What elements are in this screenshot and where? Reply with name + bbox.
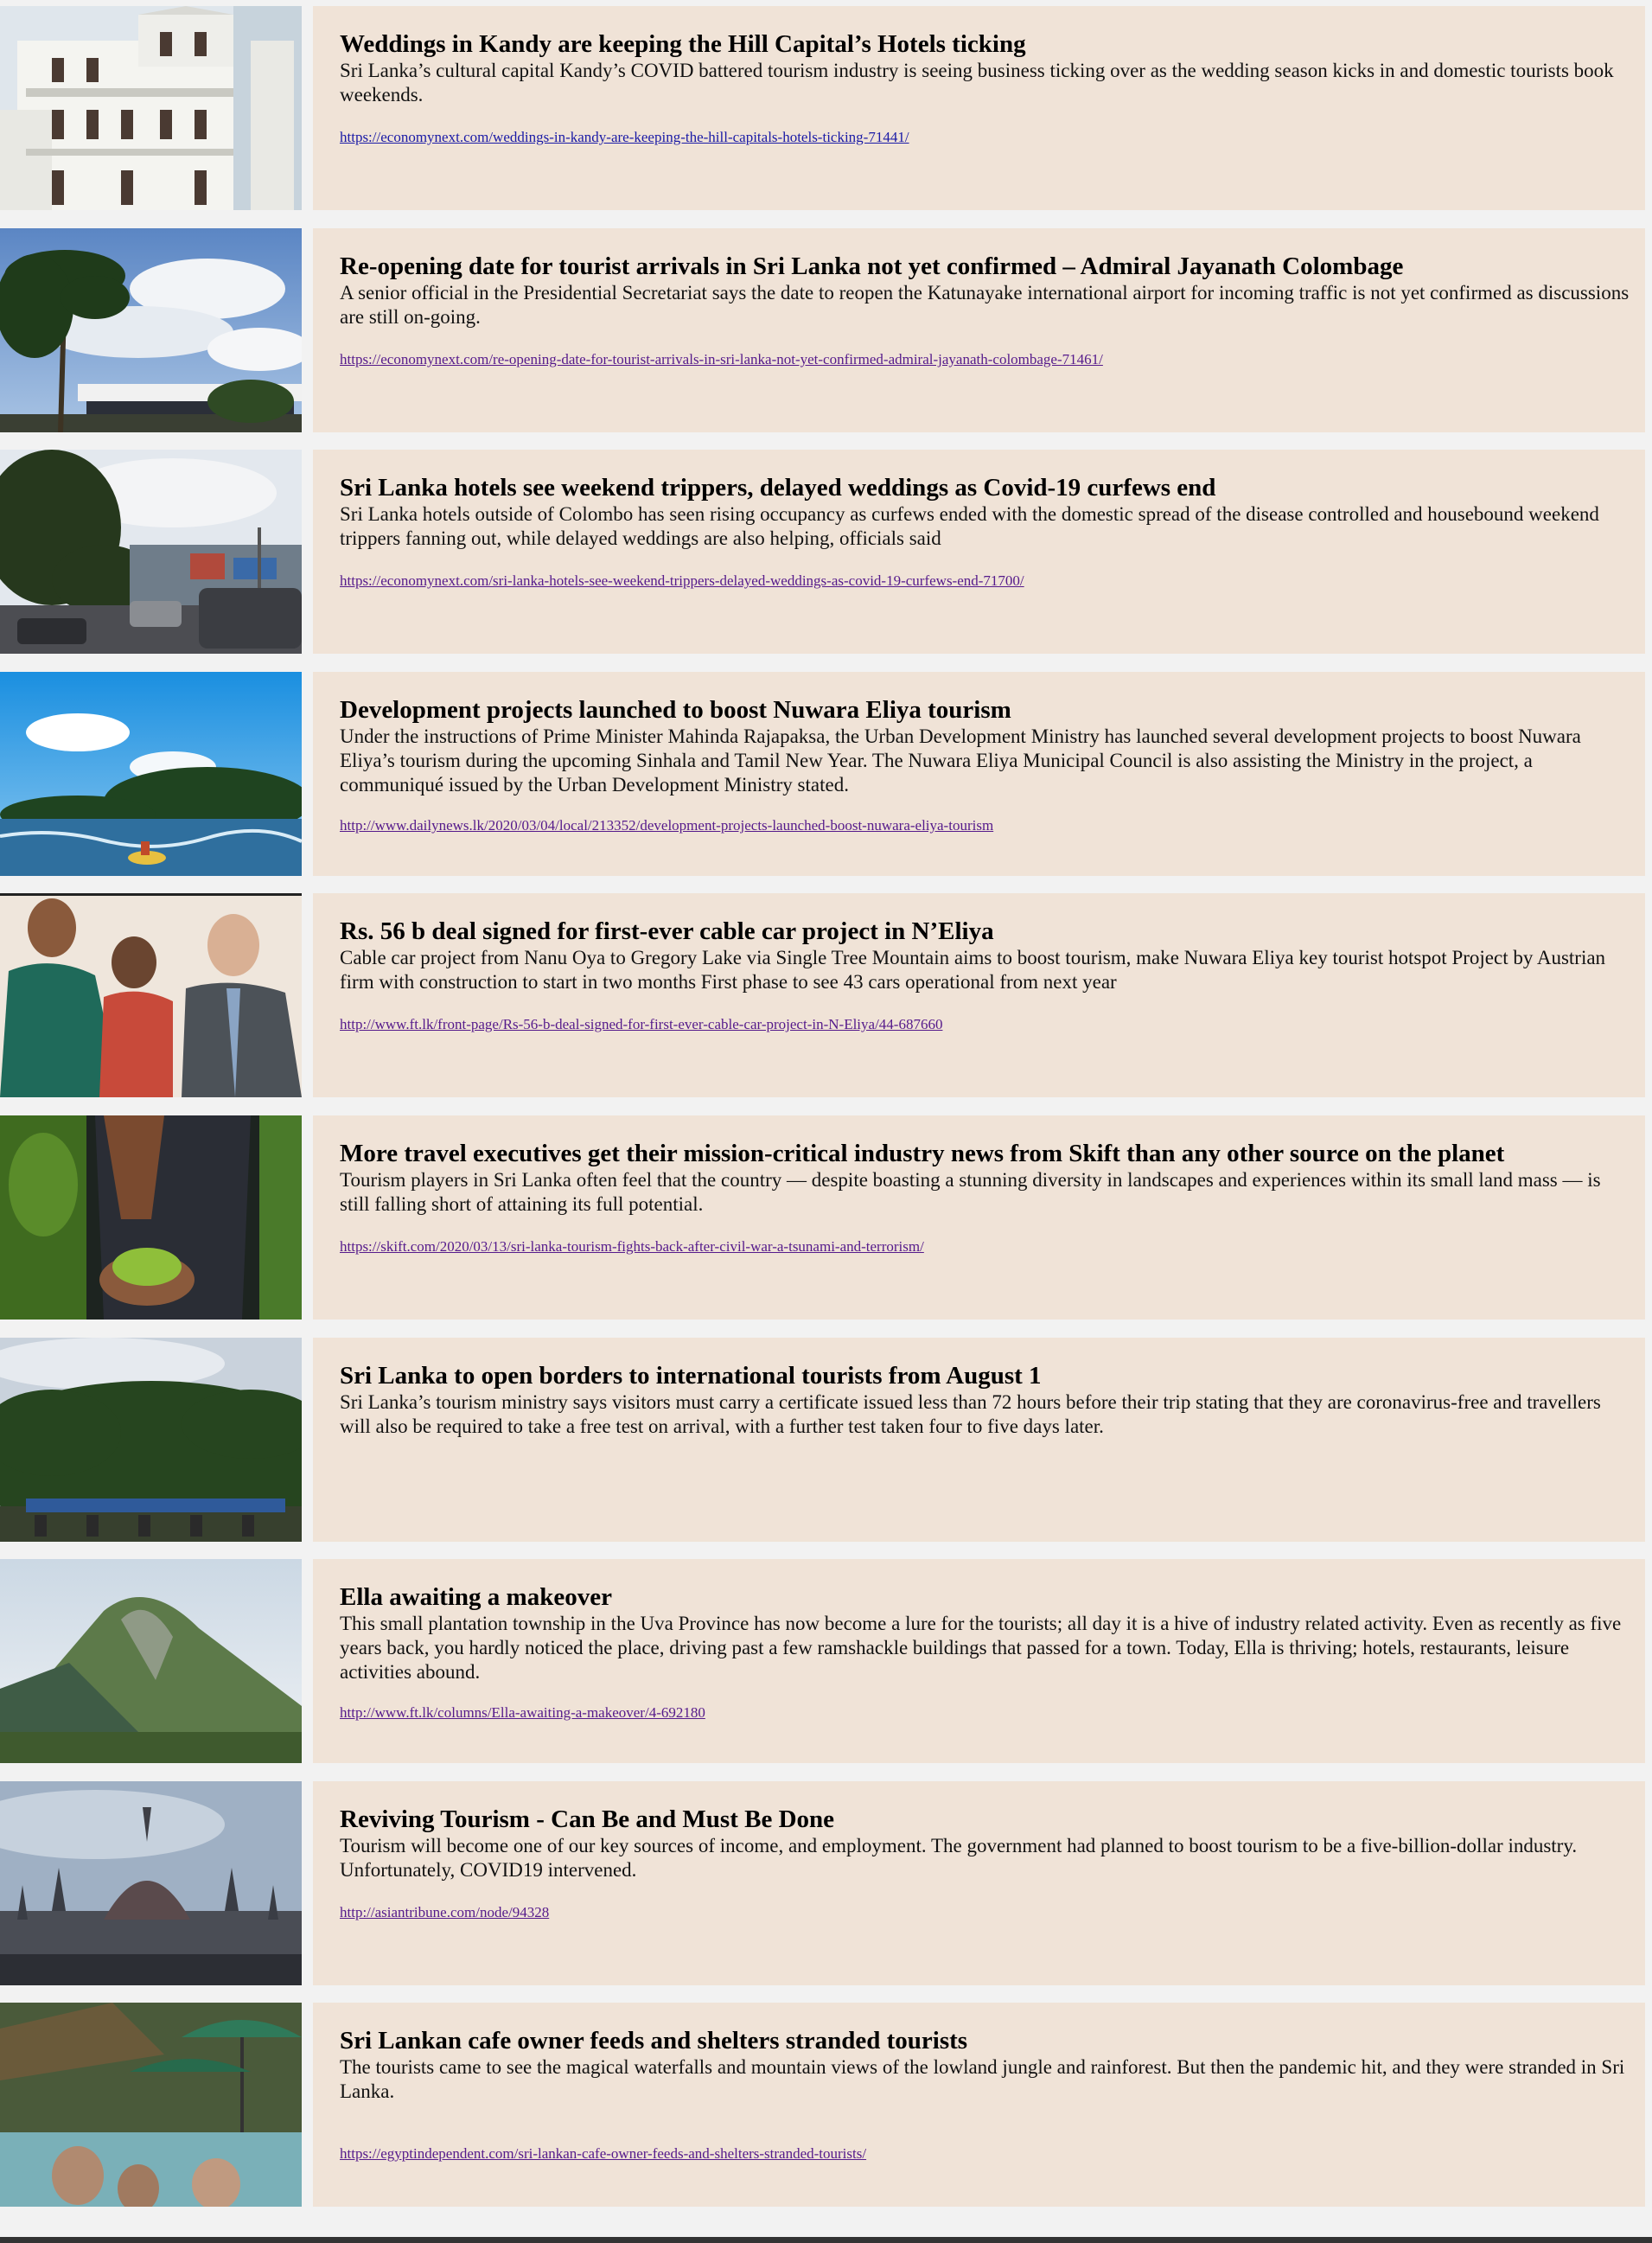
town-street-with-traffic-image [0, 450, 302, 654]
article-summary: Sri Lanka’s cultural capital Kandy’s COV… [340, 60, 1614, 105]
bottom-edge-bar [0, 2237, 1652, 2243]
article-summary: Cable car project from Nanu Oya to Grego… [340, 947, 1606, 993]
article-thumbnail[interactable] [0, 893, 302, 1097]
lake-with-jet-ski-image [0, 672, 302, 876]
ella-rock-mountain-image [0, 1559, 302, 1763]
article-row: Sri Lanka to open borders to internation… [0, 1338, 1645, 1542]
article-card: Sri Lankan cafe owner feeds and shelters… [313, 2003, 1645, 2207]
article-title: Sri Lankan cafe owner feeds and shelters… [340, 2027, 968, 2054]
article-link[interactable]: https://economynext.com/sri-lanka-hotels… [340, 572, 1024, 590]
article-link[interactable]: http://www.ft.lk/front-page/Rs-56-b-deal… [340, 1016, 942, 1033]
article-thumbnail[interactable] [0, 672, 302, 876]
train-on-bridge-in-forest-image [0, 1338, 302, 1542]
article-thumbnail[interactable] [0, 1781, 302, 1985]
article-summary: Tourism will become one of our key sourc… [340, 1835, 1578, 1881]
article-title: Reviving Tourism - Can Be and Must Be Do… [340, 1805, 835, 1833]
article-thumbnail[interactable] [0, 1338, 302, 1542]
article-link[interactable]: http://www.ft.lk/columns/Ella-awaiting-a… [340, 1704, 705, 1722]
article-summary: Under the instructions of Prime Minister… [340, 725, 1581, 796]
article-summary: This small plantation township in the Uv… [340, 1613, 1622, 1683]
article-card: Sri Lanka hotels see weekend trippers, d… [313, 450, 1645, 654]
kandy-colonial-hotel-building-image [0, 6, 302, 210]
article-row: More travel executives get their mission… [0, 1115, 1645, 1320]
article-summary: Sri Lanka’s tourism ministry says visito… [340, 1391, 1601, 1437]
article-thumbnail[interactable] [0, 6, 302, 210]
article-thumbnail[interactable] [0, 2003, 302, 2207]
article-title: Rs. 56 b deal signed for first-ever cabl… [340, 917, 994, 945]
article-link[interactable]: http://asiantribune.com/node/94328 [340, 1904, 549, 1921]
article-link[interactable]: https://economynext.com/re-opening-date-… [340, 351, 1103, 368]
article-card: Development projects launched to boost N… [313, 672, 1645, 876]
article-card: Weddings in Kandy are keeping the Hill C… [313, 6, 1645, 210]
article-link[interactable]: https://economynext.com/weddings-in-kand… [340, 129, 909, 146]
article-row: Sri Lankan cafe owner feeds and shelters… [0, 2003, 1645, 2207]
article-card: Re-opening date for tourist arrivals in … [313, 228, 1645, 432]
article-title: Re-opening date for tourist arrivals in … [340, 252, 1404, 280]
article-row: Ella awaiting a makeover This small plant… [0, 1559, 1645, 1763]
article-row: Rs. 56 b deal signed for first-ever cabl… [0, 893, 1645, 1097]
article-card: More travel executives get their mission… [313, 1115, 1645, 1320]
article-link[interactable]: http://www.dailynews.lk/2020/03/04/local… [340, 817, 993, 834]
article-card: Reviving Tourism - Can Be and Must Be Do… [313, 1781, 1645, 1985]
article-row: Development projects launched to boost N… [0, 672, 1645, 876]
article-title: Sri Lanka hotels see weekend trippers, d… [340, 474, 1216, 502]
article-link[interactable]: https://egyptindependent.com/sri-lankan-… [340, 2145, 866, 2163]
article-thumbnail[interactable] [0, 450, 302, 654]
article-row: Sri Lanka hotels see weekend trippers, d… [0, 450, 1645, 654]
article-summary: A senior official in the Presidential Se… [340, 282, 1630, 328]
article-title: Development projects launched to boost N… [340, 696, 1011, 724]
article-title: More travel executives get their mission… [340, 1140, 1505, 1167]
airport-terminal-with-palm-trees-image [0, 228, 302, 432]
article-link[interactable]: https://skift.com/2020/03/13/sri-lanka-t… [340, 1238, 924, 1256]
article-title: Weddings in Kandy are keeping the Hill C… [340, 30, 1026, 58]
article-summary: Sri Lanka hotels outside of Colombo has … [340, 503, 1599, 549]
gothic-parliament-building-image [0, 1781, 302, 1985]
article-card: Ella awaiting a makeover This small plant… [313, 1559, 1645, 1763]
article-title: Sri Lanka to open borders to internation… [340, 1362, 1042, 1390]
article-thumbnail[interactable] [0, 1115, 302, 1320]
article-row: Re-opening date for tourist arrivals in … [0, 228, 1645, 432]
cafe-pool-with-umbrellas-image [0, 2003, 302, 2207]
article-thumbnail[interactable] [0, 1559, 302, 1763]
officials-shaking-hands-image [0, 893, 302, 1097]
article-thumbnail[interactable] [0, 228, 302, 432]
article-row: Weddings in Kandy are keeping the Hill C… [0, 6, 1645, 210]
article-row: Reviving Tourism - Can Be and Must Be Do… [0, 1781, 1645, 1985]
article-card: Rs. 56 b deal signed for first-ever cabl… [313, 893, 1645, 1097]
article-summary: Tourism players in Sri Lanka often feel … [340, 1169, 1601, 1215]
hands-holding-tea-leaves-image [0, 1115, 302, 1320]
article-summary: The tourists came to see the magical wat… [340, 2056, 1625, 2102]
article-title: Ella awaiting a makeover [340, 1583, 612, 1611]
article-card: Sri Lanka to open borders to internation… [313, 1338, 1645, 1542]
